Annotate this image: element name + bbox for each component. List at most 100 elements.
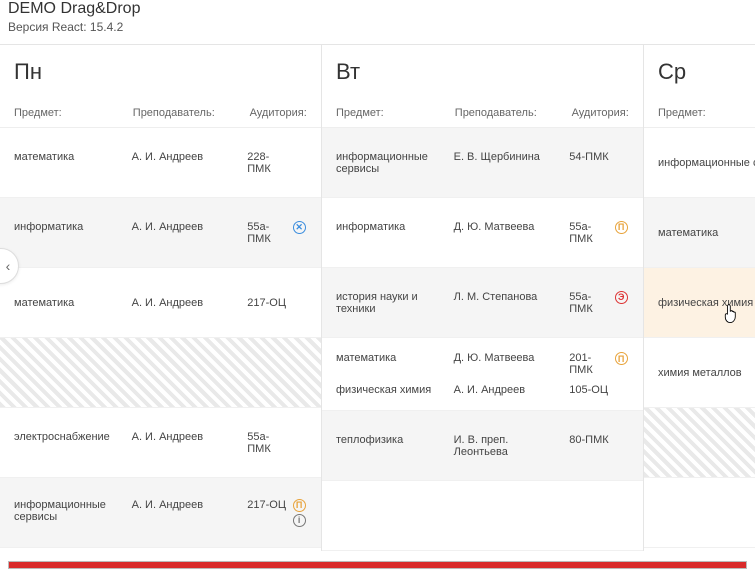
red-e-icon: Э (615, 291, 628, 304)
header-subject: Предмет: (336, 107, 455, 119)
lesson-icon-cell: П (613, 221, 629, 234)
app-header: DEMO Drag&Drop Версия React: 15.4.2 (0, 0, 755, 44)
lesson-row[interactable]: информационные сервисы (658, 157, 755, 169)
lesson-teacher: А. И. Андреев (132, 297, 248, 309)
day-column-tue: ВтПредмет:Преподаватель:Аудитория:информ… (322, 45, 644, 551)
lesson-icon-cell: Э (613, 291, 629, 304)
app-subtitle: Версия React: 15.4.2 (8, 20, 747, 34)
lesson-room: 55a-ПМК (247, 431, 291, 455)
column-headers: Предмет: (644, 99, 755, 128)
time-slot[interactable]: математикаД. Ю. Матвеева201-ПМКПфизическ… (322, 338, 643, 411)
time-slot[interactable]: электроснабжениеА. И. Андреев55a-ПМК (0, 408, 321, 478)
schedule-grid: ПнПредмет:Преподаватель:Аудитория:матема… (0, 44, 755, 551)
lesson-room: 217-ОЦ (247, 499, 291, 511)
column-headers: Предмет:Преподаватель:Аудитория: (322, 99, 643, 128)
lesson-room: 54-ПМК (569, 151, 613, 163)
chevron-left-icon: ‹ (6, 258, 11, 274)
lesson-subject: история науки и техники (336, 291, 454, 315)
time-slot[interactable]: математика (644, 198, 755, 268)
lesson-teacher: Е. В. Щербинина (454, 151, 570, 163)
lesson-teacher: А. И. Андреев (132, 499, 248, 511)
lesson-teacher: А. И. Андреев (132, 221, 248, 233)
time-slot[interactable]: информационные сервисы (644, 128, 755, 198)
time-slot[interactable]: информационные сервисыЕ. В. Щербинина54-… (322, 128, 643, 198)
lesson-room: 217-ОЦ (247, 297, 291, 309)
day-header: Пн (0, 45, 321, 99)
time-slot[interactable]: математикаА. И. Андреев228-ПМК (0, 128, 321, 198)
lesson-room: 55a-ПМК (569, 291, 613, 315)
lesson-subject: физическая химия (658, 297, 755, 309)
lesson-row[interactable]: физическая химия (658, 297, 755, 309)
lesson-room: 105-ОЦ (569, 384, 613, 396)
lesson-teacher: Л. М. Степанова (454, 291, 570, 303)
header-room: Аудитория: (572, 107, 629, 119)
lesson-subject: информатика (336, 221, 454, 233)
lesson-row[interactable]: математика (658, 227, 755, 239)
lesson-teacher: И. В. преп. Леонтьева (454, 434, 570, 458)
lesson-room: 80-ПМК (569, 434, 613, 446)
day-column-mon: ПнПредмет:Преподаватель:Аудитория:матема… (0, 45, 322, 551)
lesson-subject: информационные сервисы (14, 499, 132, 523)
lesson-subject: информационные сервисы (658, 157, 755, 169)
header-teacher: Преподаватель: (455, 107, 572, 119)
lesson-row[interactable]: информатикаА. И. Андреев55a-ПМК✕ (14, 221, 307, 245)
lesson-subject: электроснабжение (14, 431, 132, 443)
lesson-subject: химия металлов (658, 367, 755, 379)
lesson-subject: математика (14, 151, 132, 163)
gray-i-icon: i (293, 514, 306, 527)
lesson-teacher: Д. Ю. Матвеева (454, 352, 570, 364)
lesson-row[interactable]: математикаА. И. Андреев228-ПМК (14, 151, 307, 175)
lesson-teacher: А. И. Андреев (454, 384, 570, 396)
scrollbar-thumb[interactable] (9, 562, 746, 568)
time-slot[interactable] (644, 408, 755, 478)
lesson-subject: теплофизика (336, 434, 454, 446)
lesson-room: 55a-ПМК (247, 221, 291, 245)
time-slot[interactable]: история науки и техникиЛ. М. Степанова55… (322, 268, 643, 338)
horizontal-scrollbar[interactable] (8, 561, 747, 569)
lesson-row[interactable]: химия металлов (658, 367, 755, 379)
time-slot[interactable]: информационные сервисыА. И. Андреев217-О… (0, 478, 321, 548)
time-slot[interactable]: информатикаД. Ю. Матвеева55a-ПМКП (322, 198, 643, 268)
orange-p-icon: П (293, 499, 306, 512)
time-slot[interactable]: теплофизикаИ. В. преп. Леонтьева80-ПМК (322, 411, 643, 481)
time-slot[interactable]: информатикаА. И. Андреев55a-ПМК✕ (0, 198, 321, 268)
lesson-row[interactable]: электроснабжениеА. И. Андреев55a-ПМК (14, 431, 307, 455)
lesson-room: 228-ПМК (247, 151, 291, 175)
column-headers: Предмет:Преподаватель:Аудитория: (0, 99, 321, 128)
lesson-row[interactable]: теплофизикаИ. В. преп. Леонтьева80-ПМК (336, 434, 629, 458)
day-header: Вт (322, 45, 643, 99)
lesson-row[interactable]: математикаД. Ю. Матвеева201-ПМКП (336, 352, 629, 376)
lesson-row[interactable]: информационные сервисыЕ. В. Щербинина54-… (336, 151, 629, 175)
day-header: Ср (644, 45, 755, 99)
lesson-room: 201-ПМК (569, 352, 613, 376)
time-slot[interactable] (644, 478, 755, 548)
lesson-row[interactable]: информационные сервисыА. И. Андреев217-О… (14, 499, 307, 527)
lesson-teacher: Д. Ю. Матвеева (454, 221, 570, 233)
lesson-subject: информатика (14, 221, 132, 233)
blue-x-icon: ✕ (293, 221, 306, 234)
lesson-subject: математика (14, 297, 132, 309)
lesson-subject: информационные сервисы (336, 151, 454, 175)
lesson-subject: математика (336, 352, 454, 364)
lesson-teacher: А. И. Андреев (132, 151, 248, 163)
header-teacher: Преподаватель: (133, 107, 250, 119)
lesson-row[interactable]: история науки и техникиЛ. М. Степанова55… (336, 291, 629, 315)
cursor-hand-icon (722, 304, 740, 329)
time-slot[interactable] (0, 338, 321, 408)
lesson-icon-cell: П (613, 352, 629, 365)
orange-p-icon: П (615, 221, 628, 234)
header-room: Аудитория: (250, 107, 307, 119)
header-subject: Предмет: (658, 107, 755, 119)
orange-p-icon: П (615, 352, 628, 365)
lesson-row[interactable]: физическая химияА. И. Андреев105-ОЦ (336, 384, 629, 396)
lesson-subject: математика (658, 227, 755, 239)
lesson-icon-cell: Пi (291, 499, 307, 527)
time-slot[interactable] (322, 481, 643, 551)
header-subject: Предмет: (14, 107, 133, 119)
time-slot[interactable]: химия металлов (644, 338, 755, 408)
time-slot[interactable]: математикаА. И. Андреев217-ОЦ (0, 268, 321, 338)
lesson-subject: физическая химия (336, 384, 454, 396)
lesson-row[interactable]: математикаА. И. Андреев217-ОЦ (14, 297, 307, 309)
lesson-row[interactable]: информатикаД. Ю. Матвеева55a-ПМКП (336, 221, 629, 245)
app-title: DEMO Drag&Drop (8, 0, 747, 18)
